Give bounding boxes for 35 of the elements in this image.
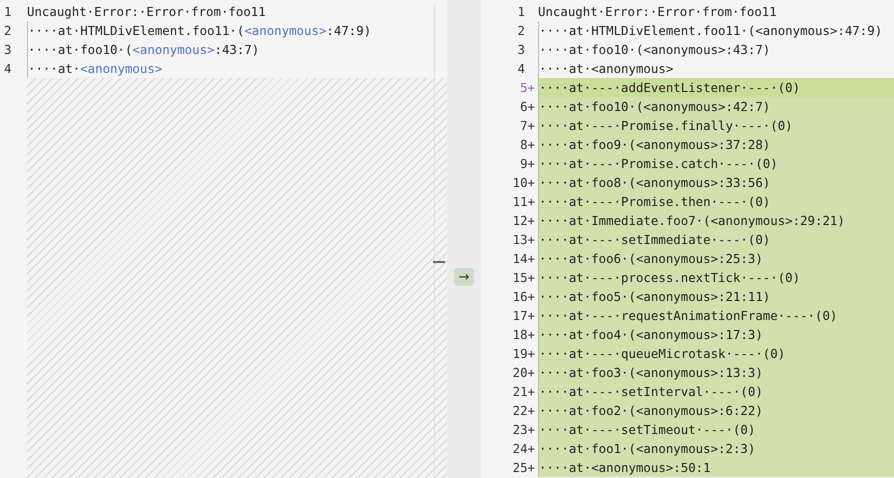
- line-number: 1: [3, 4, 12, 19]
- line-number: 11+: [512, 194, 536, 209]
- line-number: 8+: [519, 137, 536, 152]
- line-number: 14+: [512, 251, 536, 266]
- line-number: 16+: [512, 289, 536, 304]
- line-number: 3: [3, 42, 12, 57]
- scroll-marker: [433, 261, 445, 263]
- line-number: 21+: [512, 384, 536, 399]
- line-number: 13+: [512, 232, 536, 247]
- line-number: 4: [3, 61, 12, 76]
- merge-button[interactable]: →: [454, 268, 474, 286]
- line-number: 22+: [512, 403, 536, 418]
- line-number: 1: [516, 4, 526, 19]
- line-number: 6+: [519, 99, 536, 114]
- line-number: 23+: [512, 422, 536, 437]
- code-line: ····at·HTMLDivElement.foo11·(<anonymous>:47:9): [538, 21, 884, 40]
- line-number: 20+: [512, 365, 536, 380]
- line-number: 19+: [512, 346, 536, 361]
- line-number: 24+: [512, 441, 536, 456]
- line-number: 2: [3, 23, 12, 38]
- line-number: 15+: [512, 270, 536, 285]
- line-number: 18+: [512, 327, 536, 342]
- line-number: 12+: [512, 213, 536, 228]
- line-number: 3: [516, 42, 526, 57]
- code-line: Uncaught·Error:·Error·from·foo11: [27, 3, 267, 21]
- line-number: 2: [516, 23, 526, 38]
- line-number: 10+: [512, 175, 536, 190]
- line-number: 4: [516, 61, 526, 76]
- code-line: Uncaught·Error:·Error·from·foo11: [538, 3, 778, 21]
- line-number: 9+: [519, 156, 536, 171]
- code-line: ····at·foo10·(<anonymous>:43:7): [538, 40, 772, 59]
- line-number: 5+: [519, 80, 536, 95]
- line-number: 25+: [512, 460, 536, 475]
- line-number: 17+: [512, 308, 536, 323]
- line-number: 7+: [519, 118, 536, 133]
